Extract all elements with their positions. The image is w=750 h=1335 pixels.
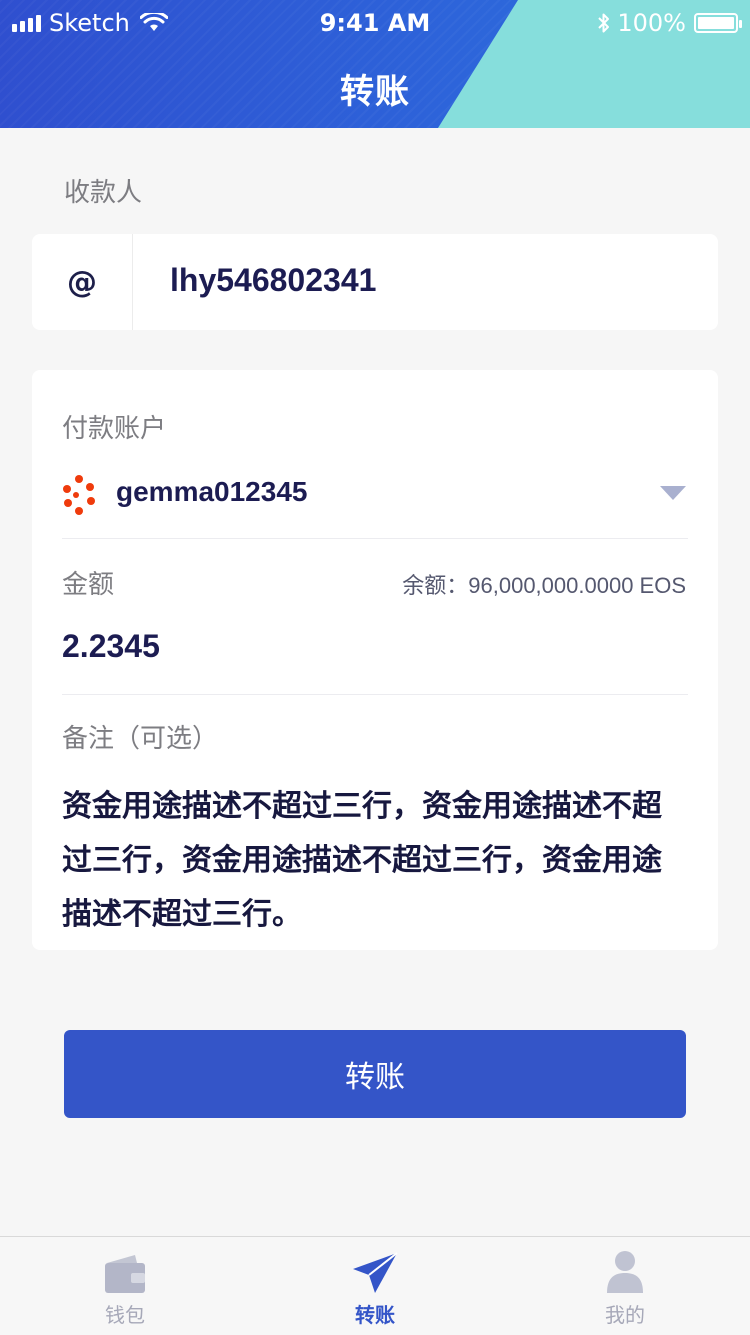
user-icon xyxy=(607,1251,643,1293)
chevron-down-icon[interactable] xyxy=(660,486,686,500)
account-logo-icon xyxy=(63,475,95,515)
account-name: gemma012345 xyxy=(116,476,308,507)
recipient-card: @ lhy546802341 xyxy=(32,234,718,330)
divider xyxy=(62,694,688,695)
header: Sketch 9:41 AM 100% 转账 xyxy=(0,0,750,128)
tab-label: 钱包 xyxy=(105,1303,145,1327)
page-title: 转账 xyxy=(340,72,410,112)
account-selector[interactable]: gemma012345 xyxy=(62,470,688,530)
divider xyxy=(62,538,688,539)
amount-input[interactable]: 2.2345 xyxy=(62,628,160,665)
tab-label: 我的 xyxy=(605,1303,645,1327)
wallet-icon xyxy=(105,1255,145,1293)
status-right: 100% xyxy=(597,9,742,37)
account-label: 付款账户 xyxy=(62,414,167,444)
balance-text: 余额：96,000,000.0000 EOS xyxy=(402,573,686,598)
tab-wallet[interactable]: 钱包 xyxy=(0,1237,250,1335)
bluetooth-icon xyxy=(598,13,610,33)
tab-label: 转账 xyxy=(355,1303,395,1327)
status-bar: Sketch 9:41 AM 100% xyxy=(0,0,750,44)
battery-percent: 100% xyxy=(617,9,686,37)
payment-card: 付款账户 gemma012345 金额 余额：96,000,000.0000 E… xyxy=(32,370,718,950)
transfer-button[interactable]: 转账 xyxy=(64,1030,686,1118)
amount-label: 金额 xyxy=(62,570,115,600)
recipient-input[interactable]: lhy546802341 xyxy=(170,262,376,299)
battery-icon xyxy=(694,13,742,33)
at-prefix: @ xyxy=(32,234,133,330)
recipient-label: 收款人 xyxy=(64,178,143,208)
memo-input[interactable]: 资金用途描述不超过三行，资金用途描述不超过三行，资金用途描述不超过三行，资金用途… xyxy=(62,780,688,942)
tab-transfer[interactable]: 转账 xyxy=(250,1237,500,1335)
tab-bar: 钱包 转账 我的 xyxy=(0,1236,750,1335)
memo-label: 备注（可选） xyxy=(62,724,219,754)
tab-me[interactable]: 我的 xyxy=(500,1237,750,1335)
paper-plane-icon xyxy=(353,1252,398,1293)
